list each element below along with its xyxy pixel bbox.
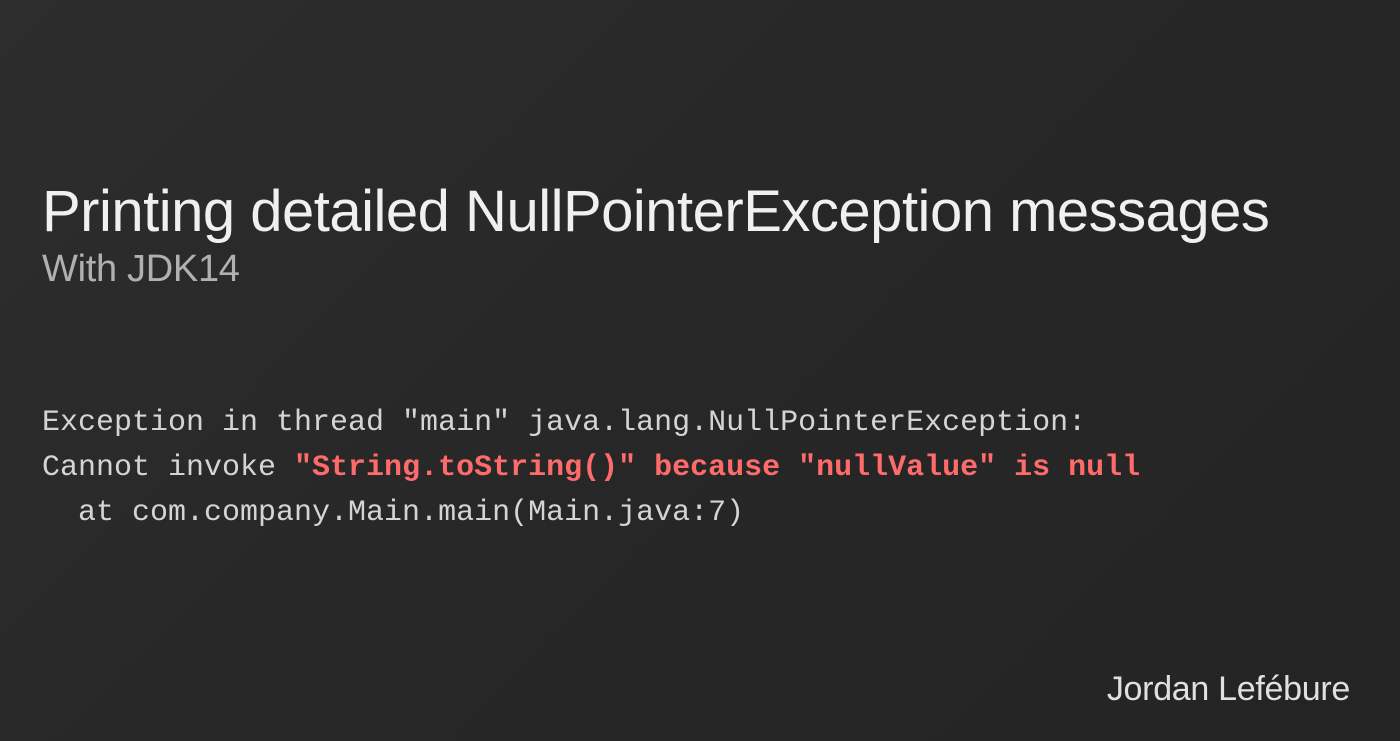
- slide-subtitle: With JDK14: [42, 248, 1358, 291]
- slide-content: Printing detailed NullPointerException m…: [0, 0, 1400, 536]
- code-line-2-prefix: Cannot invoke: [42, 451, 294, 485]
- code-example: Exception in thread "main" java.lang.Nul…: [42, 401, 1358, 536]
- author-name: Jordan Lefébure: [1107, 670, 1350, 709]
- code-line-3: at com.company.Main.main(Main.java:7): [42, 496, 744, 530]
- slide-title: Printing detailed NullPointerException m…: [42, 180, 1358, 244]
- code-highlight: "String.toString()" because "nullValue" …: [294, 451, 1140, 485]
- code-line-1: Exception in thread "main" java.lang.Nul…: [42, 406, 1086, 440]
